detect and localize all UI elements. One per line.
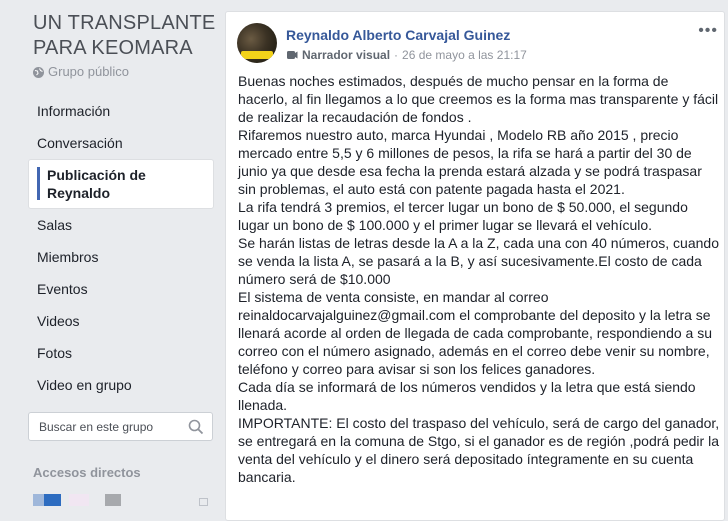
search-icon[interactable]	[188, 419, 204, 435]
nav-item-video-en-grupo[interactable]: Video en grupo	[28, 369, 214, 401]
nav-item-videos[interactable]: Videos	[28, 305, 214, 337]
nav-item-informacion[interactable]: Información	[28, 95, 214, 127]
ellipsis-icon[interactable]: •••	[698, 22, 718, 40]
group-nav: Información Conversación Publicación de …	[28, 95, 214, 401]
nav-item-eventos[interactable]: Eventos	[28, 273, 214, 305]
shortcuts-list	[33, 494, 213, 508]
group-privacy: Grupo público	[33, 64, 129, 79]
post-paragraph: Se harán listas de letras desde la A a l…	[238, 235, 719, 287]
shortcut-thumbnail[interactable]	[33, 494, 61, 506]
shortcut-edit-icon[interactable]	[199, 498, 208, 506]
nav-item-conversacion[interactable]: Conversación	[28, 127, 214, 159]
post-meta: Narrador visual · 26 de mayo a las 21:17	[286, 48, 527, 62]
nav-item-active-line1: Publicación de	[47, 167, 146, 183]
post-paragraph: Rifaremos nuestro auto, marca Hyundai , …	[238, 127, 702, 197]
post-paragraph: IMPORTANTE: El costo del traspaso del ve…	[238, 415, 720, 485]
post-paragraph: Buenas noches estimados, después de much…	[238, 73, 719, 125]
post-author-name[interactable]: Reynaldo Alberto Carvajal Guinez	[286, 27, 510, 43]
globe-icon	[33, 66, 44, 78]
post-timestamp[interactable]: 26 de mayo a las 21:17	[402, 48, 527, 62]
nav-item-active-line2: Reynaldo	[47, 185, 111, 201]
narrator-badge-icon	[286, 49, 298, 61]
group-title-line1[interactable]: UN TRANSPLANTE	[33, 11, 223, 36]
nav-item-miembros[interactable]: Miembros	[28, 241, 214, 273]
shortcut-thumbnail[interactable]	[69, 494, 89, 506]
nav-item-fotos[interactable]: Fotos	[28, 337, 214, 369]
shortcuts-title: Accesos directos	[33, 465, 141, 480]
post-card: Reynaldo Alberto Carvajal Guinez Narrado…	[225, 11, 725, 521]
nav-item-salas[interactable]: Salas	[28, 209, 214, 241]
author-avatar[interactable]	[237, 23, 277, 63]
post-paragraph: El sistema de venta consiste, en mandar …	[238, 289, 713, 377]
shortcut-thumbnail[interactable]	[105, 494, 121, 506]
group-title-line2[interactable]: PARA KEOMARA	[33, 36, 223, 61]
group-title[interactable]: UN TRANSPLANTE PARA KEOMARA	[33, 11, 223, 61]
post-paragraph: Cada día se informará de los números ven…	[238, 379, 696, 413]
avatar-badge	[241, 51, 273, 59]
post-paragraph: La rifa tendrá 3 premios, el tercer luga…	[238, 199, 688, 233]
group-sidebar: UN TRANSPLANTE PARA KEOMARA Grupo públic…	[0, 0, 224, 514]
group-search-input[interactable]	[37, 418, 181, 435]
meta-separator: ·	[394, 48, 399, 62]
post-author-role[interactable]: Narrador visual	[302, 48, 390, 62]
group-search	[28, 412, 213, 441]
group-privacy-label: Grupo público	[48, 64, 129, 79]
nav-item-publicacion-reynaldo[interactable]: Publicación de Reynaldo	[28, 159, 214, 209]
post-body: Buenas noches estimados, después de much…	[238, 72, 720, 486]
